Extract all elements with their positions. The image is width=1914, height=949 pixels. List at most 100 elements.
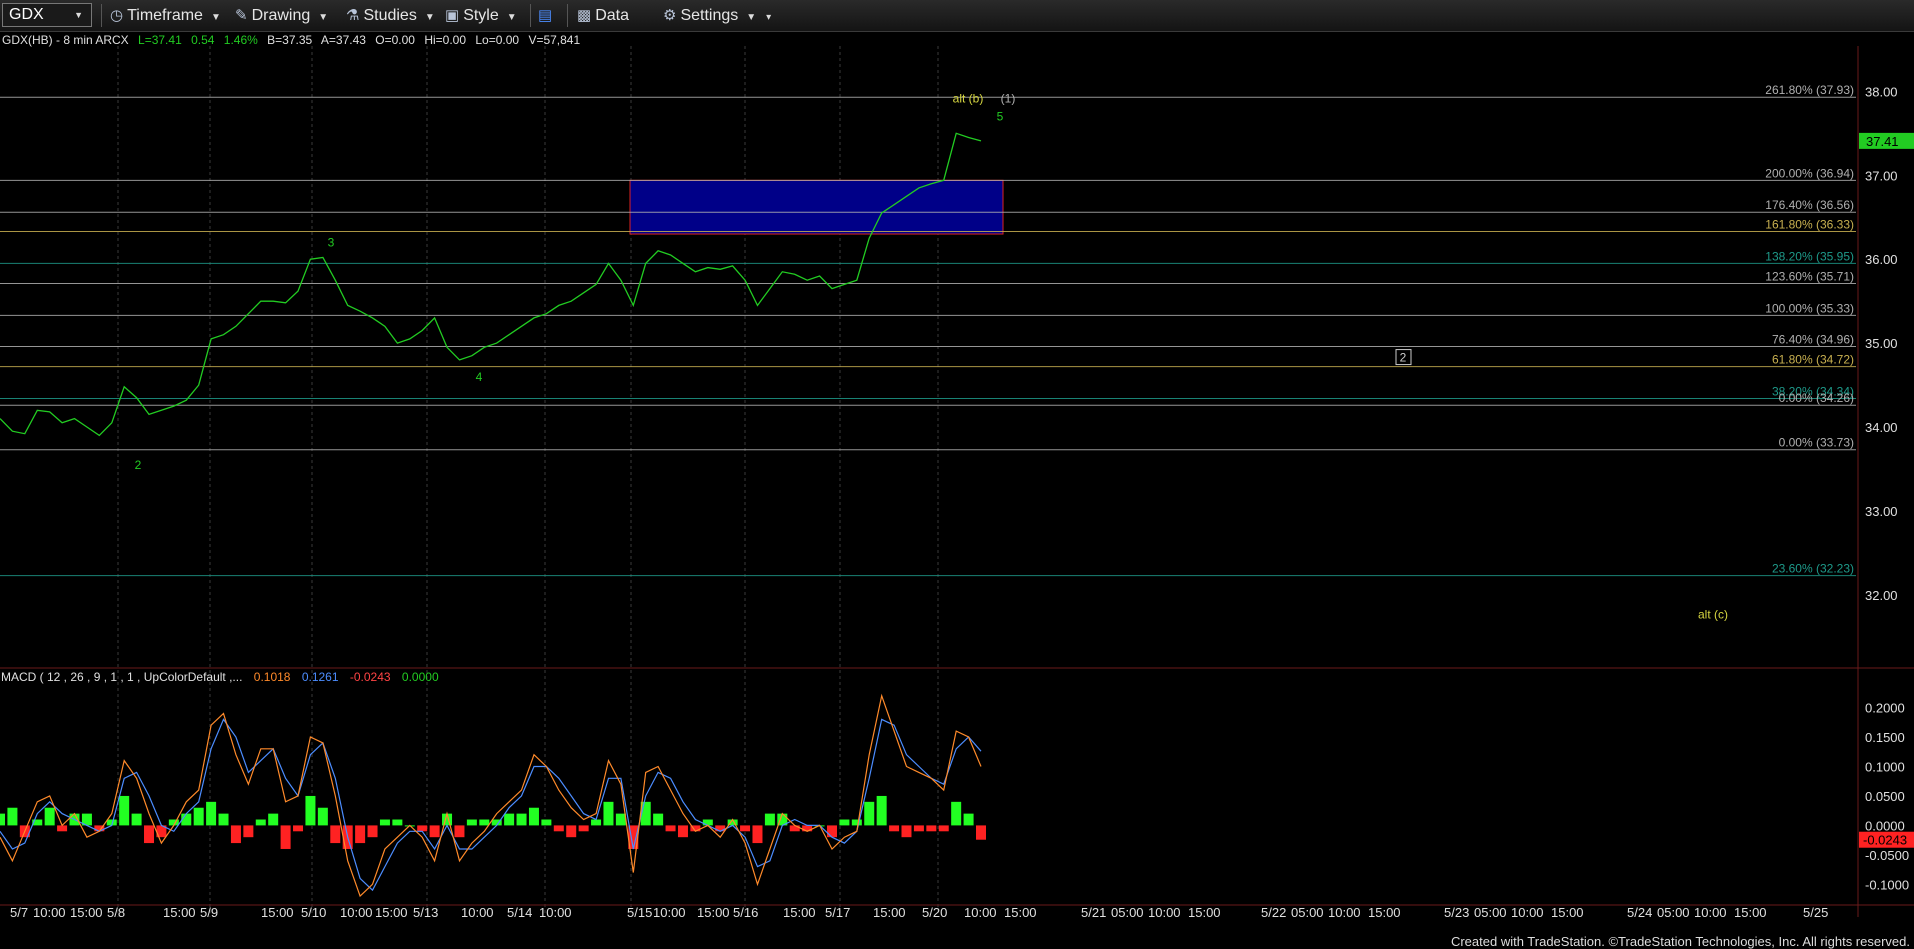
settings-menu[interactable]: ⚙ Settings ▼ ▾ [663, 5, 771, 26]
time-tick-label: 10:00 [340, 905, 373, 920]
macd-tick-label: 0.0500 [1865, 789, 1905, 804]
chevron-down-icon[interactable]: ▼ [74, 4, 83, 26]
chevron-down-icon: ▼ [318, 12, 329, 23]
macd-histogram-bar [566, 825, 577, 838]
studies-label: Studies [363, 7, 417, 24]
macd-histogram-bar [963, 813, 974, 826]
time-tick-label: 5/17 [825, 905, 850, 920]
time-tick-label: 15:00 [873, 905, 906, 920]
time-tick-label: 5/13 [413, 905, 438, 920]
macd-histogram-bar [851, 819, 862, 826]
chevron-down-icon: ▼ [746, 12, 757, 23]
style-label: Style [463, 7, 499, 24]
settings-label: Settings [680, 7, 739, 24]
macd-readout-4: 0.0000 [402, 670, 439, 684]
macd-readout-3: -0.0243 [350, 670, 391, 684]
time-tick-label: 05:00 [1111, 905, 1144, 920]
fib-label: 0.00% (34.26) [1779, 391, 1854, 405]
toolbar-divider [567, 4, 568, 27]
change-pct-readout: 1.46% [224, 33, 258, 47]
low-readout: Lo=0.00 [475, 33, 519, 47]
macd-histogram-bar [715, 825, 726, 832]
macd-histogram-bar [677, 825, 688, 838]
time-tick-label: 5/20 [922, 905, 947, 920]
macd-line [0, 693, 982, 898]
fib-label: 161.80% (36.33) [1765, 218, 1854, 232]
macd-histogram-bar [293, 825, 304, 832]
macd-histogram-bar [653, 813, 664, 826]
clock-icon: ◷ [110, 7, 124, 24]
fib-label: 123.60% (35.71) [1765, 270, 1854, 284]
macd-histogram-bar [665, 825, 676, 832]
macd-histogram-bar [504, 813, 515, 826]
macd-histogram-bar [429, 825, 440, 838]
price-series [0, 132, 982, 437]
time-tick-label: 15:00 [1188, 905, 1221, 920]
style-menu[interactable]: ▣ Style ▼ [445, 5, 517, 26]
time-tick-label: 10:00 [539, 905, 572, 920]
ask-readout: A=37.43 [321, 33, 366, 47]
macd-histogram-bar [193, 807, 204, 826]
macd-histogram-bar [802, 825, 813, 832]
timeframe-menu[interactable]: ◷ Timeframe ▼ [110, 5, 221, 26]
change-readout: 0.54 [191, 33, 215, 47]
open-readout: O=0.00 [375, 33, 415, 47]
time-tick-label: 5/14 [507, 905, 532, 920]
time-tick-label: 10:00 [1694, 905, 1727, 920]
macd-histogram-bar [528, 807, 539, 826]
macd-histogram-bar [230, 825, 241, 844]
symbol-input[interactable]: GDX ▼ [2, 3, 92, 27]
price-axis: 38.00 37.00 36.00 35.00 34.00 33.00 32.00 37.41 [0, 46, 1914, 917]
macd-histogram-bar [454, 825, 465, 838]
macd-histogram-bar [553, 825, 564, 832]
macd-histogram-bar [44, 807, 55, 826]
toolbar-divider [530, 4, 531, 27]
macd-histogram-bar [876, 795, 887, 826]
drawing-label: Drawing [251, 7, 311, 24]
price-chart[interactable]: GDX(HB) - 8 min ARCX L=37.41 0.54 1.46% … [0, 32, 1914, 949]
macd-histogram-bar [826, 825, 837, 838]
layout-button[interactable]: ▤ [538, 5, 556, 26]
time-axis: 5/7 10:00 15:00 5/8 15:00 5/9 15:00 5/10 10:00 15… [0, 904, 1914, 920]
macd-histogram-bar [976, 825, 986, 840]
macd-histogram-bar [268, 813, 279, 826]
fib-label: 138.20% (35.95) [1765, 249, 1854, 263]
price-tick-label: 37.00 [1865, 168, 1898, 183]
macd-histogram-bar [603, 801, 614, 826]
macd-histogram-bar [926, 825, 937, 832]
time-tick-label: 10:00 [1328, 905, 1361, 920]
macd-histogram-bar [243, 825, 254, 838]
time-tick-label: 15:00 [163, 905, 196, 920]
drawing-menu[interactable]: ✎ Drawing ▼ [235, 5, 328, 26]
data-label: Data [595, 7, 629, 24]
fib-label: 0.00% (33.73) [1779, 436, 1854, 450]
fib-label: 23.60% (32.23) [1772, 562, 1854, 576]
time-tick-label: 10:00 [653, 905, 686, 920]
macd-histogram-bar [392, 819, 403, 826]
gear-icon: ⚙ [663, 7, 677, 24]
macd-histogram-bar [379, 819, 390, 826]
time-tick-label: 05:00 [1657, 905, 1690, 920]
time-tick-label: 10:00 [964, 905, 997, 920]
macd-label: MACD ( 12 , 26 , 9 , 1 , 1 , UpColorDefa… [1, 670, 242, 684]
time-tick-label: 5/24 [1627, 905, 1652, 920]
time-tick-label: 15:00 [783, 905, 816, 920]
last-price-readout: L=37.41 [138, 33, 182, 47]
fib-label: 176.40% (36.56) [1765, 198, 1854, 212]
macd-histogram-bar [218, 813, 229, 826]
macd-panel: 0.20000.15000.10000.05000.0000-0.0500-0.… [0, 693, 1914, 898]
time-tick-label: 10:00 [33, 905, 66, 920]
wave-label: 4 [476, 370, 483, 384]
price-tick-label: 34.00 [1865, 420, 1898, 435]
time-tick-label: 05:00 [1474, 905, 1507, 920]
macd-histogram-bar [702, 819, 713, 826]
time-tick-label: 15:00 [70, 905, 103, 920]
macd-tick-label: -0.0500 [1865, 848, 1909, 863]
studies-menu[interactable]: ⚗ Studies ▼ [346, 5, 435, 26]
time-tick-label: 10:00 [1148, 905, 1181, 920]
data-menu[interactable]: ▩ Data [577, 5, 629, 26]
macd-last-label: -0.0243 [1863, 833, 1907, 848]
macd-histogram-bar [0, 813, 5, 826]
footer-credit: Created with TradeStation. ©TradeStation… [1450, 934, 1910, 949]
fib-label: 261.80% (37.93) [1765, 83, 1854, 97]
